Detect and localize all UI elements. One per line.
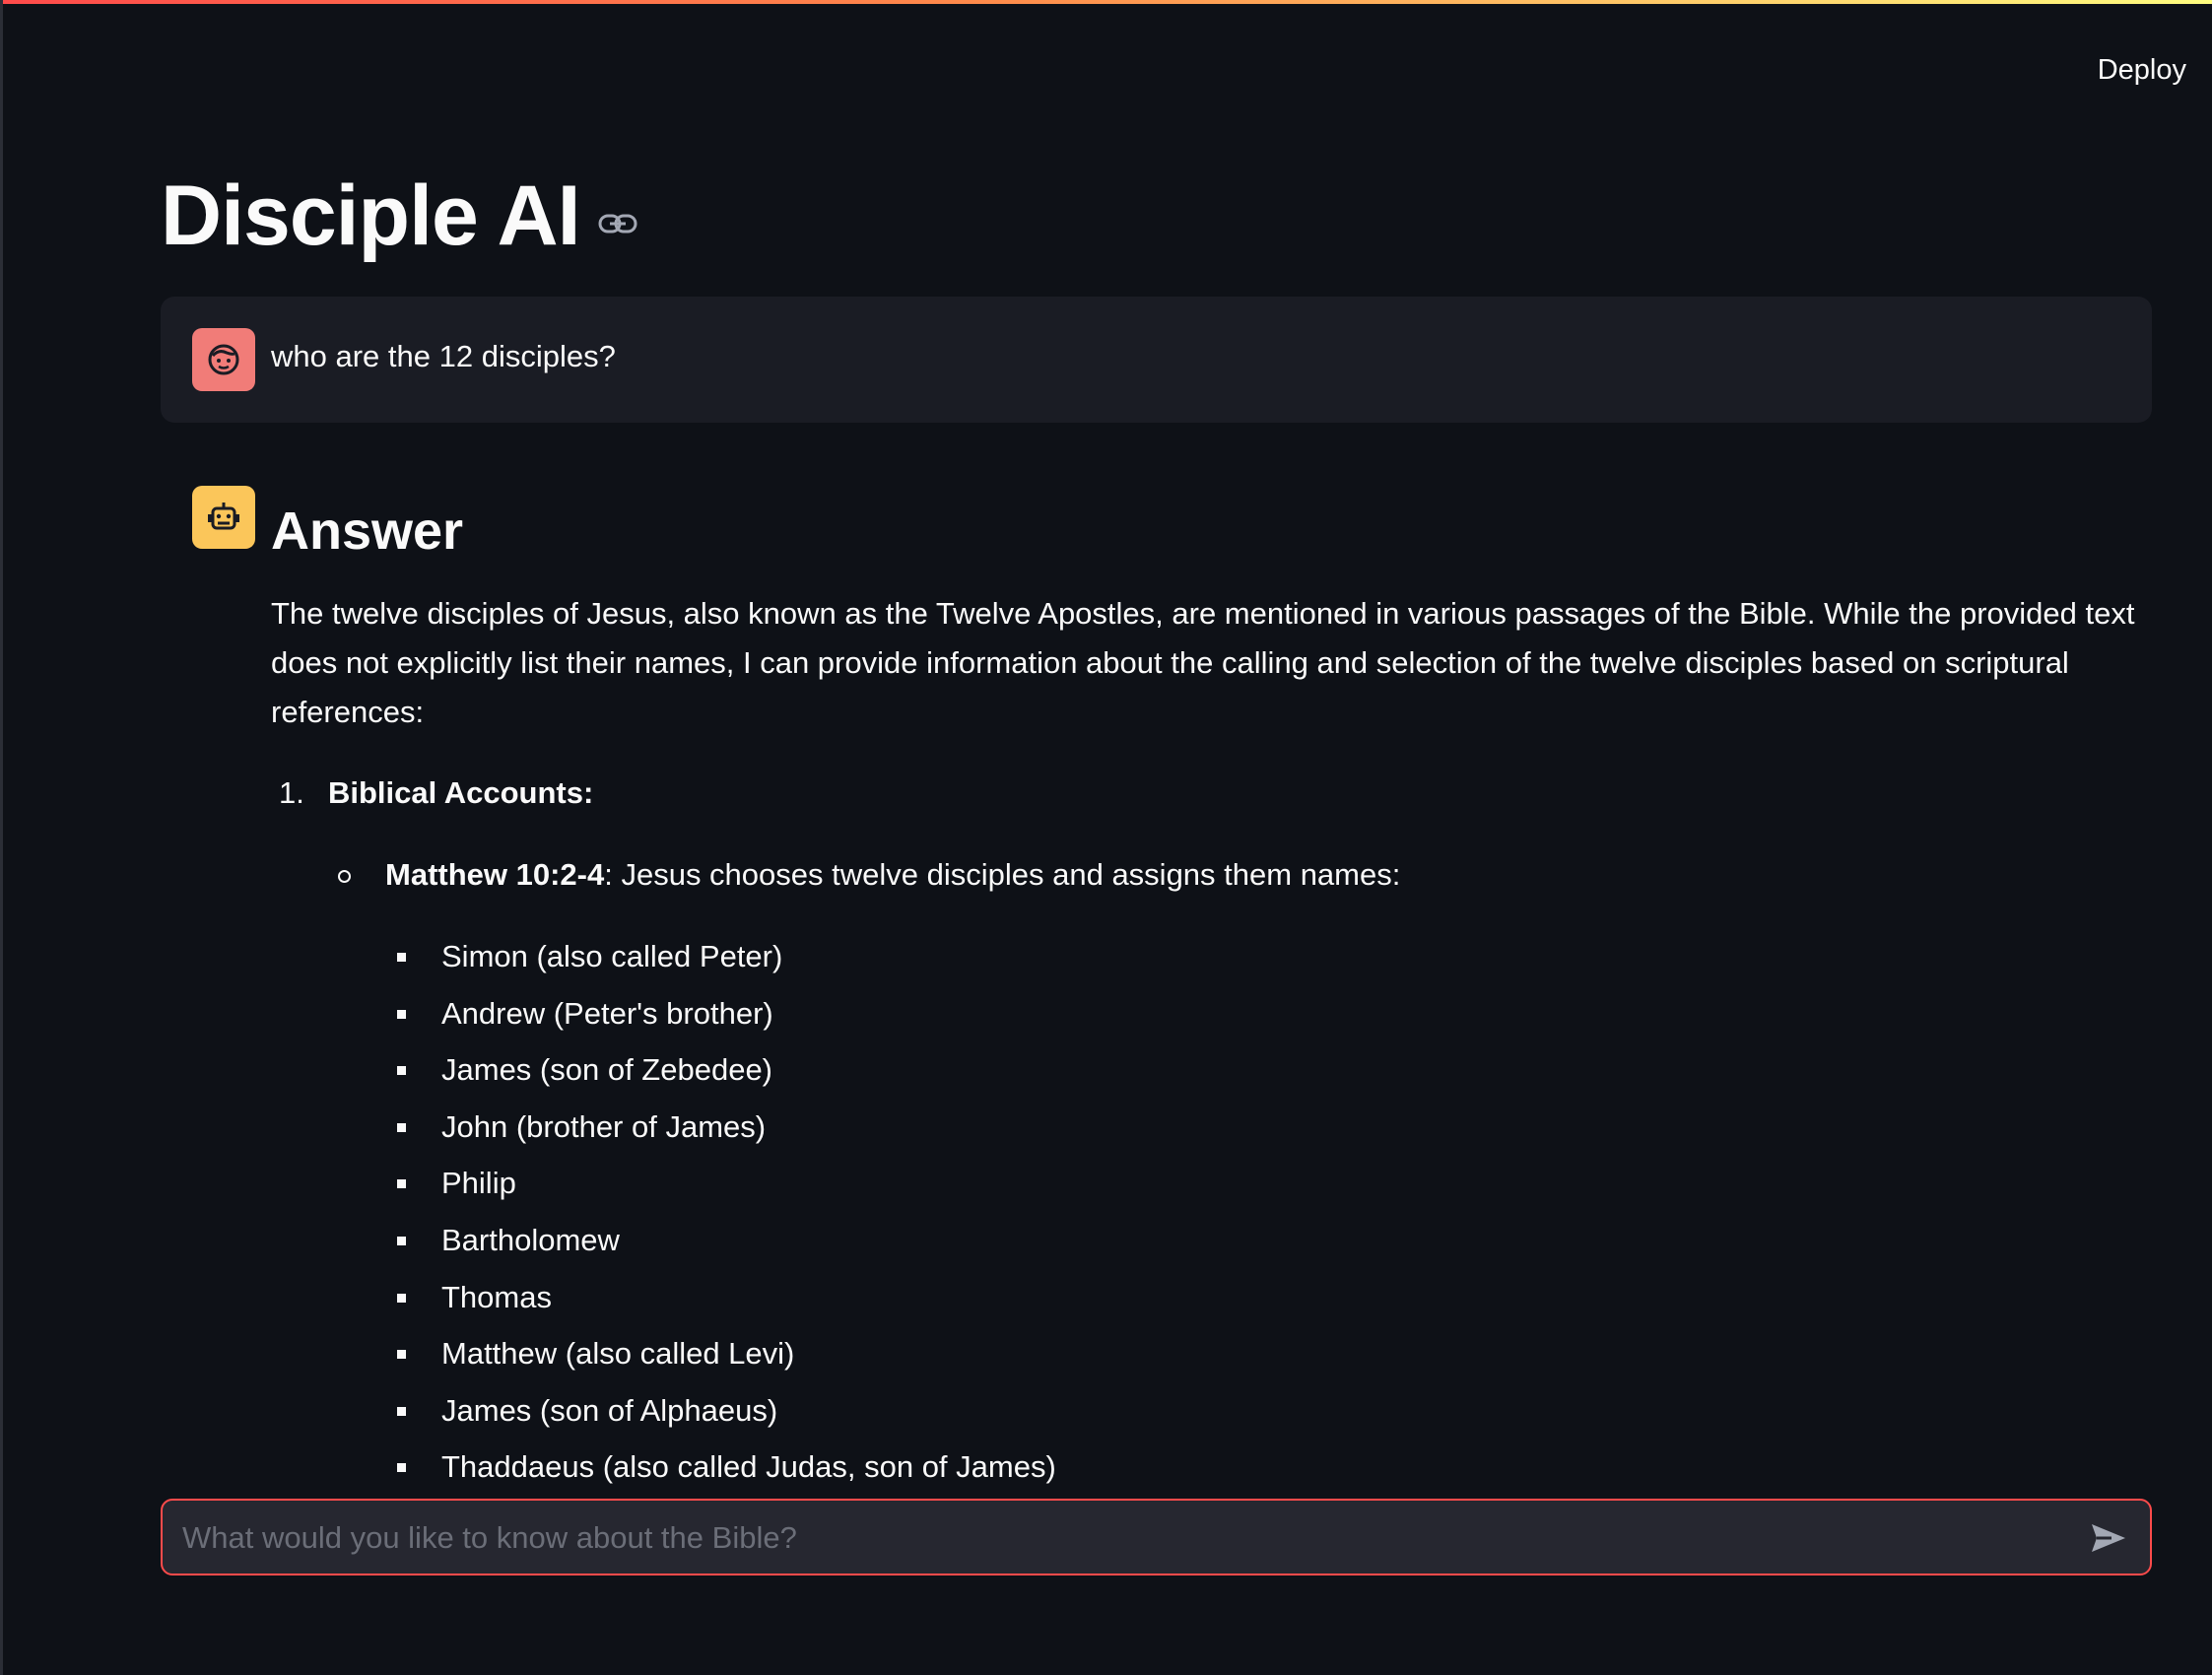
disciple-name: Simon (also called Peter) (441, 939, 783, 973)
user-message: who are the 12 disciples? (161, 297, 2152, 423)
square-bullet-icon (397, 1236, 406, 1245)
list-item: Simon (also called Peter) (271, 932, 2153, 989)
square-bullet-icon (397, 1122, 406, 1132)
page-title: Disciple AI (161, 168, 581, 263)
chat-input[interactable] (180, 1501, 2056, 1575)
disciple-name: Thaddaeus (also called Judas, son of Jam… (441, 1449, 1056, 1485)
square-bullet-icon (397, 953, 406, 962)
list-item: James (son of Alphaeus) (271, 1386, 2153, 1443)
answer-heading: Answer (271, 502, 464, 561)
disciple-name: Bartholomew (441, 1222, 620, 1257)
left-edge-divider (0, 0, 3, 1675)
deploy-button[interactable]: Deploy (2092, 53, 2192, 88)
disciple-name: James (son of Alphaeus) (441, 1392, 778, 1428)
list-item: Philip (271, 1159, 2153, 1216)
square-bullet-icon (397, 1406, 406, 1416)
square-bullet-icon (397, 1009, 406, 1019)
list-number: 1. (279, 775, 304, 810)
send-icon[interactable] (2089, 1520, 2128, 1556)
list-item: Thomas (271, 1273, 2153, 1330)
disciple-name: Matthew (also called Levi) (441, 1336, 795, 1372)
robot-icon (192, 486, 255, 549)
disciple-name: Andrew (Peter's brother) (441, 995, 773, 1031)
list-item: James (son of Zebedee) (271, 1045, 2153, 1103)
list-item: Matthew (also called Levi) (271, 1329, 2153, 1386)
sub-list-text: Matthew 10:2-4: Jesus chooses twelve dis… (385, 850, 1400, 900)
link-icon[interactable] (598, 211, 637, 236)
square-bullet-icon (397, 1179, 406, 1189)
scripture-reference: Matthew 10:2-4 (385, 857, 605, 892)
disciple-name: John (brother of James) (441, 1108, 767, 1144)
square-bullet-icon (397, 1463, 406, 1473)
list-title: Biblical Accounts: (328, 775, 594, 810)
circle-bullet-icon (338, 870, 351, 883)
face-icon (192, 328, 255, 391)
sub-list-description: : Jesus chooses twelve disciples and ass… (604, 857, 1401, 892)
assistant-message: Answer The twelve disciples of Jesus, al… (271, 501, 2153, 1500)
page-header: Disciple AI (161, 168, 637, 265)
list-item: Bartholomew (271, 1216, 2153, 1273)
square-bullet-icon (397, 1293, 406, 1303)
list-item: John (brother of James) (271, 1103, 2153, 1160)
list-item: Andrew (Peter's brother) (271, 989, 2153, 1046)
answer-intro: The twelve disciples of Jesus, also know… (271, 596, 2135, 729)
list-item: Thaddaeus (also called Judas, son of Jam… (271, 1442, 2153, 1500)
user-message-text: who are the 12 disciples? (271, 339, 616, 373)
chat-input-container (161, 1499, 2152, 1575)
ordered-list-item: 1. Biblical Accounts: (271, 769, 2153, 818)
top-accent-bar (0, 0, 2212, 4)
disciple-name: James (son of Zebedee) (441, 1052, 773, 1088)
disciples-list: Simon (also called Peter) Andrew (Peter'… (271, 932, 2153, 1500)
square-bullet-icon (397, 1350, 406, 1360)
disciple-name: Thomas (441, 1279, 552, 1314)
sub-list-item: Matthew 10:2-4: Jesus chooses twelve dis… (271, 850, 2153, 900)
disciple-name: Philip (441, 1166, 516, 1201)
square-bullet-icon (397, 1066, 406, 1076)
